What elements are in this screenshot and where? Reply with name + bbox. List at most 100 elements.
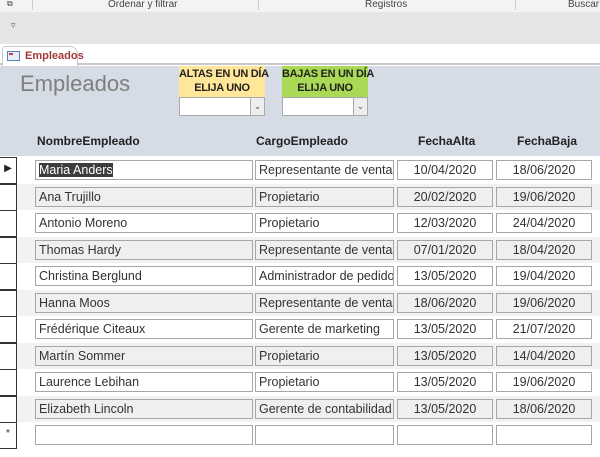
field-value: Propietario xyxy=(259,375,320,389)
field-fecha-baja[interactable]: 18/06/2020 xyxy=(496,160,592,180)
customize-dropdown-icon[interactable]: ▿ xyxy=(11,20,16,31)
field-fecha-alta[interactable]: 20/02/2020 xyxy=(397,186,493,207)
field-fecha-baja[interactable]: 19/06/2020 xyxy=(496,372,592,392)
altas-label-line2: ELIJA UNO xyxy=(194,82,250,94)
field-value: Thomas Hardy xyxy=(39,242,121,257)
field-value: 19/06/2020 xyxy=(512,189,576,204)
bajas-combo[interactable]: ⌄ xyxy=(282,97,368,116)
field-cargo[interactable]: Representante de ventas xyxy=(255,160,394,180)
field-fecha-alta[interactable]: 13/05/2020 xyxy=(397,398,493,419)
record-selector[interactable] xyxy=(0,342,17,370)
table-row: Ana Trujillo Propietario 20/02/2020 19/06/2… xyxy=(0,183,600,211)
table-row: ▶ Maria Anders Representante de ventas 10/0… xyxy=(0,157,600,184)
field-value: 18/04/2020 xyxy=(512,242,576,257)
field-cargo[interactable] xyxy=(255,425,394,445)
field-value: Gerente de marketing xyxy=(259,322,380,336)
form-icon xyxy=(7,51,20,61)
record-selector[interactable] xyxy=(0,289,17,317)
record-selector[interactable] xyxy=(0,183,17,211)
field-value: Martín Sommer xyxy=(39,348,126,363)
field-fecha-baja[interactable]: 18/06/2020 xyxy=(496,398,592,419)
field-value: Propietario xyxy=(259,216,320,230)
ribbon-group-labels: ⧉ Ordenar y filtrar Registros Buscar xyxy=(0,0,600,12)
table-row: Frédérique Citeaux Gerente de marketing 13… xyxy=(0,316,600,343)
altas-combo[interactable]: ⌄ xyxy=(179,97,265,116)
field-value: Propietario xyxy=(259,348,320,363)
field-nombre[interactable]: Elizabeth Lincoln xyxy=(35,398,253,419)
field-fecha-alta[interactable]: 12/03/2020 xyxy=(397,213,493,233)
field-value: Representante de ventas xyxy=(259,242,394,257)
altas-label: ALTAS EN UN DÍA ELIJA UNO xyxy=(179,66,269,97)
field-fecha-baja[interactable] xyxy=(496,425,592,445)
field-fecha-alta[interactable]: 18/06/2020 xyxy=(397,292,493,313)
field-value: 21/07/2020 xyxy=(512,322,576,336)
col-header-nombre: NombreEmpleado xyxy=(37,134,140,148)
record-selector[interactable] xyxy=(0,236,17,264)
field-fecha-alta[interactable]: 13/05/2020 xyxy=(397,319,493,339)
field-value: Antonio Moreno xyxy=(39,216,128,230)
field-cargo[interactable]: Gerente de marketing xyxy=(255,319,394,339)
field-cargo[interactable]: Representante de ventas xyxy=(255,239,394,260)
record-selector[interactable] xyxy=(0,395,17,423)
field-nombre[interactable]: Martín Sommer xyxy=(35,345,253,366)
col-header-fecha-alta: FechaAlta xyxy=(418,134,476,148)
dialog-launcher-icon[interactable]: ⧉ xyxy=(7,0,13,9)
field-nombre[interactable]: Laurence Lebihan xyxy=(35,372,253,392)
chevron-down-icon[interactable]: ⌄ xyxy=(250,98,264,115)
field-fecha-baja[interactable]: 21/07/2020 xyxy=(496,319,592,339)
field-value: Representante de ventas xyxy=(259,295,394,310)
field-fecha-baja[interactable]: 24/04/2020 xyxy=(496,213,592,233)
ribbon-group-find: Buscar xyxy=(568,0,600,10)
field-nombre[interactable]: Thomas Hardy xyxy=(35,239,253,260)
field-nombre[interactable]: Maria Anders xyxy=(35,160,253,180)
field-value: Laurence Lebihan xyxy=(39,375,140,389)
record-selector[interactable] xyxy=(0,369,17,396)
table-row: Hanna Moos Representante de ventas 18/06/2… xyxy=(0,289,600,317)
field-nombre[interactable]: Frédérique Citeaux xyxy=(35,319,253,339)
field-cargo[interactable]: Gerente de contabilidad xyxy=(255,398,394,419)
form-title: Empleados xyxy=(20,71,131,96)
bajas-label-line2: ELIJA UNO xyxy=(297,82,353,94)
quick-access-bar: ▿ xyxy=(0,12,600,44)
field-cargo[interactable]: Propietario xyxy=(255,186,394,207)
field-cargo[interactable]: Propietario xyxy=(255,213,394,233)
field-fecha-alta[interactable] xyxy=(397,425,493,445)
field-value: Frédérique Citeaux xyxy=(39,322,146,336)
bajas-label: BAJAS EN UN DÍA ELIJA UNO xyxy=(282,66,375,97)
tab-empleados[interactable]: Empleados xyxy=(2,46,84,66)
field-fecha-alta[interactable]: 07/01/2020 xyxy=(397,239,493,260)
field-nombre[interactable]: Ana Trujillo xyxy=(35,186,253,207)
record-selector[interactable]: * xyxy=(0,422,17,449)
field-fecha-baja[interactable]: 19/06/2020 xyxy=(496,292,592,313)
record-selector[interactable] xyxy=(0,263,17,290)
field-nombre[interactable]: Christina Berglund xyxy=(35,266,253,286)
chevron-down-icon[interactable]: ⌄ xyxy=(353,98,367,115)
field-value: 24/04/2020 xyxy=(512,216,576,230)
field-nombre[interactable] xyxy=(35,425,253,445)
field-value: 20/02/2020 xyxy=(413,189,477,204)
field-cargo[interactable]: Propietario xyxy=(255,345,394,366)
field-fecha-alta[interactable]: 13/05/2020 xyxy=(397,372,493,392)
field-cargo[interactable]: Administrador de pedidos xyxy=(255,266,394,286)
field-fecha-baja[interactable]: 19/04/2020 xyxy=(496,266,592,286)
field-cargo[interactable]: Propietario xyxy=(255,372,394,392)
field-value: 14/04/2020 xyxy=(512,348,576,363)
field-fecha-baja[interactable]: 19/06/2020 xyxy=(496,186,592,207)
record-selector[interactable] xyxy=(0,210,17,237)
field-nombre[interactable]: Antonio Moreno xyxy=(35,213,253,233)
field-fecha-alta[interactable]: 10/04/2020 xyxy=(397,160,493,180)
field-fecha-baja[interactable]: 18/04/2020 xyxy=(496,239,592,260)
field-cargo[interactable]: Representante de ventas xyxy=(255,292,394,313)
field-fecha-baja[interactable]: 14/04/2020 xyxy=(496,345,592,366)
table-row: Martín Sommer Propietario 13/05/2020 14/04/… xyxy=(0,342,600,370)
ribbon-group-records: Registros xyxy=(365,0,408,10)
field-fecha-alta[interactable]: 13/05/2020 xyxy=(397,345,493,366)
record-selector[interactable] xyxy=(0,316,17,343)
ribbon-group-sort-filter: Ordenar y filtrar xyxy=(108,0,178,10)
bajas-label-line1: BAJAS EN UN DÍA xyxy=(282,68,375,80)
field-value: 13/05/2020 xyxy=(413,269,477,283)
field-nombre[interactable]: Hanna Moos xyxy=(35,292,253,313)
field-fecha-alta[interactable]: 13/05/2020 xyxy=(397,266,493,286)
record-selector[interactable]: ▶ xyxy=(0,157,17,184)
field-value: 10/04/2020 xyxy=(413,163,477,177)
